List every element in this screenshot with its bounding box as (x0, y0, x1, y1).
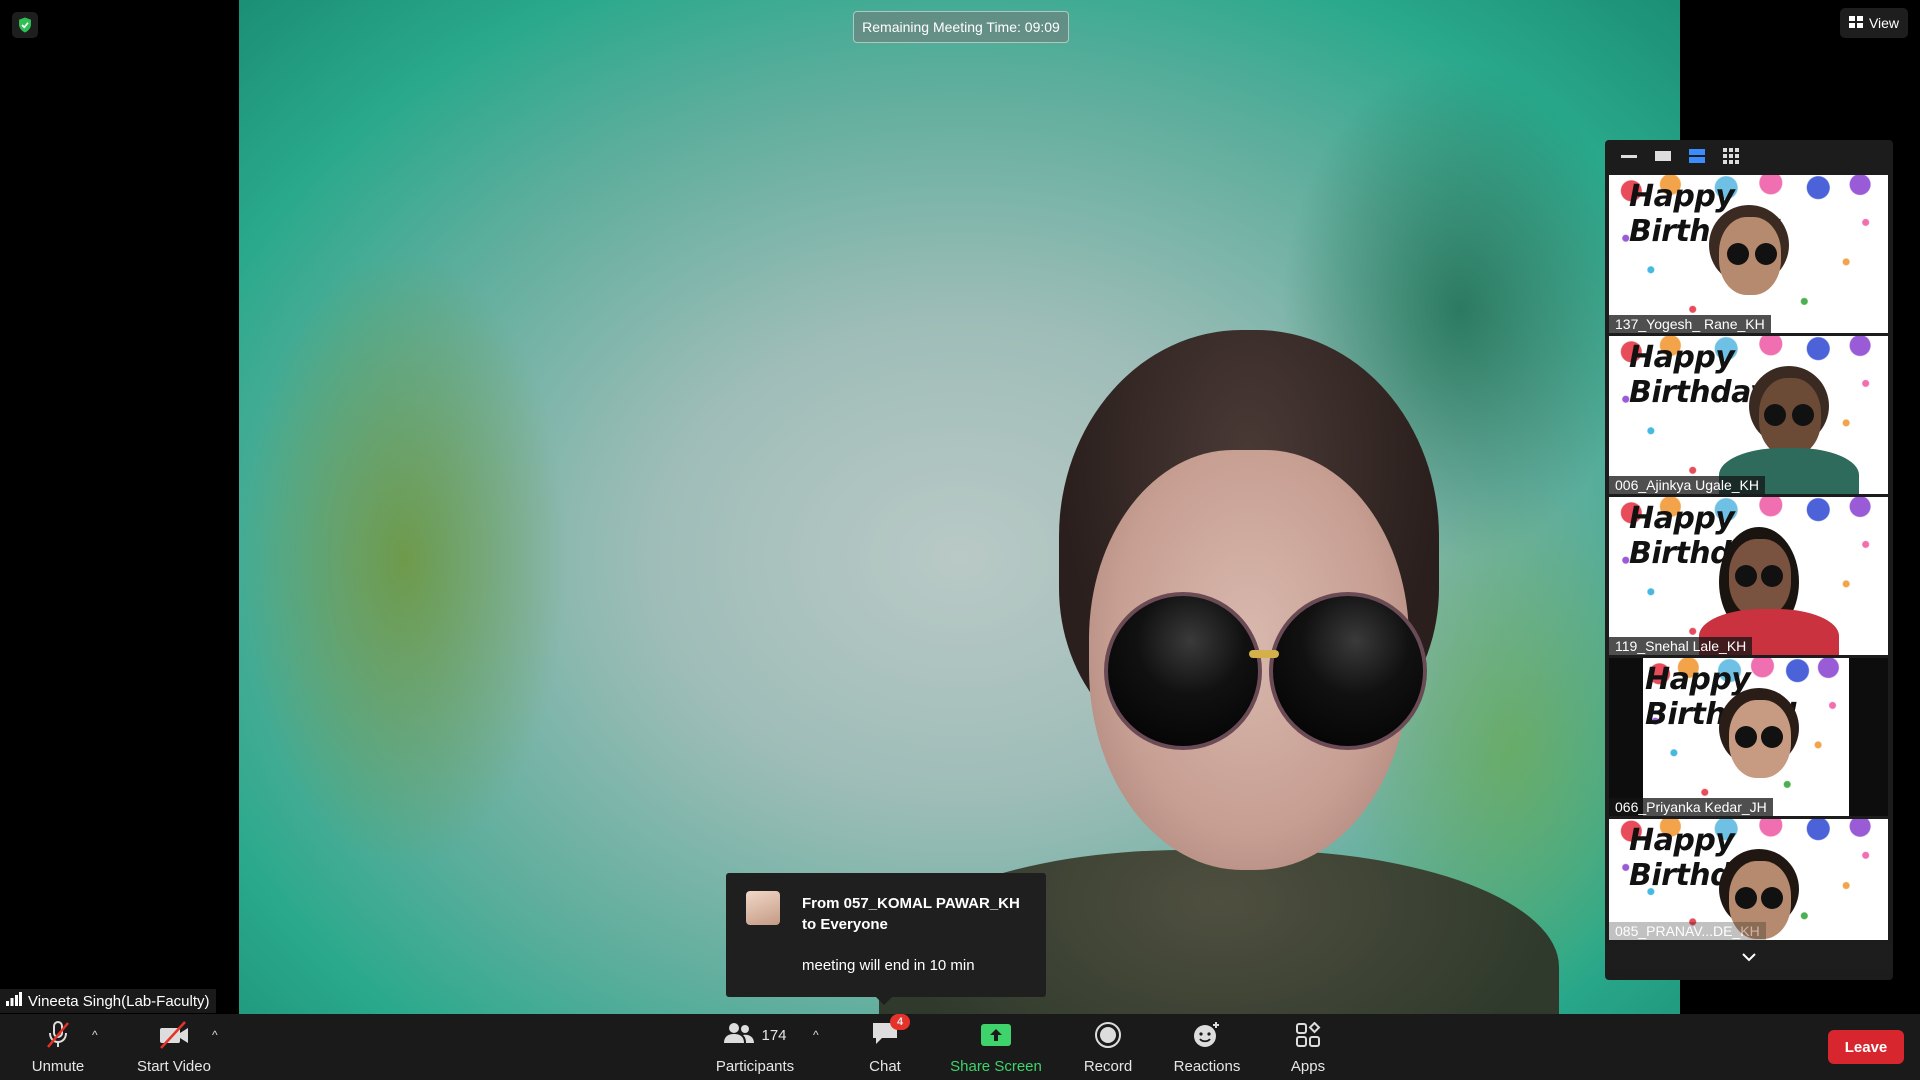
participant-name: 066_Priyanka Kedar_JH (1609, 798, 1773, 816)
chat-label: Chat (869, 1058, 901, 1075)
chat-notification[interactable]: From 057_KOMAL PAWAR_KH to Everyone meet… (726, 873, 1046, 1005)
participant-count: 174 (761, 1026, 787, 1044)
participant-name: 006_Ajinkya Ugale_KH (1609, 476, 1765, 494)
gallery-panel: Happy Birthday! 137_Yogesh_ Rane_KH Happ… (1605, 140, 1893, 980)
record-icon (1094, 1020, 1122, 1050)
participant-tile[interactable]: Happy Birthday! 119_Snehal Lale_KH (1609, 497, 1888, 655)
gallery-view-bar (1605, 140, 1893, 172)
participants-icon (723, 1021, 755, 1049)
participants-label: Participants (715, 1058, 795, 1075)
share-screen-label: Share Screen (950, 1058, 1042, 1075)
speaker-name-tag: Vineeta Singh(Lab-Faculty) (0, 989, 216, 1013)
speaker-name: Vineeta Singh(Lab-Faculty) (28, 992, 210, 1010)
grid-view-icon[interactable] (1719, 147, 1743, 165)
grid-icon (1848, 15, 1863, 31)
unmute-label: Unmute (31, 1058, 85, 1075)
scroll-down-chevron-icon[interactable] (1605, 944, 1893, 970)
participant-name: 137_Yogesh_ Rane_KH (1609, 315, 1771, 333)
start-video-button[interactable]: Start Video (134, 1020, 214, 1078)
record-label: Record (1083, 1058, 1133, 1075)
participant-name: 085_PRANAV...DE_KH (1609, 922, 1766, 940)
audio-options-caret-icon[interactable]: ^ (92, 1028, 98, 1042)
security-shield-icon[interactable] (12, 12, 38, 38)
chat-notification-message: meeting will end in 10 min (802, 957, 975, 974)
apps-label: Apps (1290, 1058, 1326, 1075)
chat-notification-title: From 057_KOMAL PAWAR_KH to Everyone (802, 895, 1020, 933)
unmute-button[interactable]: Unmute (28, 1020, 88, 1078)
apps-button[interactable]: Apps (1286, 1020, 1330, 1078)
reactions-label: Reactions (1173, 1058, 1241, 1075)
single-view-icon[interactable] (1651, 147, 1675, 165)
participant-tile[interactable]: Happy Birthday! 085_PRANAV...DE_KH (1609, 819, 1888, 940)
participant-tile[interactable]: Happy Birthday! 137_Yogesh_ Rane_KH (1609, 175, 1888, 333)
participants-options-caret-icon[interactable]: ^ (813, 1028, 819, 1042)
reactions-smiley-icon (1192, 1020, 1222, 1050)
participant-tile[interactable]: Happy Birthday! 006_Ajinkya Ugale_KH (1609, 336, 1888, 494)
share-screen-icon (980, 1020, 1012, 1050)
apps-icon (1295, 1020, 1321, 1050)
meeting-stage: Remaining Meeting Time: 09:09 View Happy… (0, 0, 1920, 1014)
muted-microphone-icon (44, 1020, 72, 1050)
strip-view-icon[interactable] (1685, 147, 1709, 165)
background-blur (239, 250, 569, 870)
start-video-label: Start Video (137, 1058, 211, 1075)
view-label: View (1868, 15, 1900, 31)
record-button[interactable]: Record (1082, 1020, 1134, 1078)
avatar (746, 891, 780, 925)
leave-button[interactable]: Leave (1828, 1030, 1904, 1064)
reactions-button[interactable]: Reactions (1172, 1020, 1242, 1078)
minimize-icon[interactable] (1617, 147, 1641, 165)
video-options-caret-icon[interactable]: ^ (212, 1028, 218, 1042)
signal-strength-icon (6, 992, 22, 1010)
active-speaker-video[interactable] (239, 0, 1680, 1014)
participants-button[interactable]: 174 Participants (710, 1020, 800, 1078)
video-off-icon (157, 1020, 191, 1050)
sunglasses-right-lens (1269, 592, 1427, 750)
meeting-toolbar: Unmute ^ Start Video ^ 174 Participants … (0, 1014, 1920, 1080)
chat-unread-badge: 4 (890, 1014, 910, 1030)
sunglasses-left-lens (1104, 592, 1262, 750)
participant-name: 119_Snehal Lale_KH (1609, 637, 1753, 655)
share-screen-button[interactable]: Share Screen (950, 1020, 1042, 1078)
remaining-time-badge: Remaining Meeting Time: 09:09 (853, 11, 1069, 43)
chat-button[interactable]: 4 Chat (860, 1014, 910, 1078)
participant-tile[interactable]: Happy Birthday! 066_Priyanka Kedar_JH (1609, 658, 1888, 816)
view-button[interactable]: View (1840, 8, 1908, 38)
